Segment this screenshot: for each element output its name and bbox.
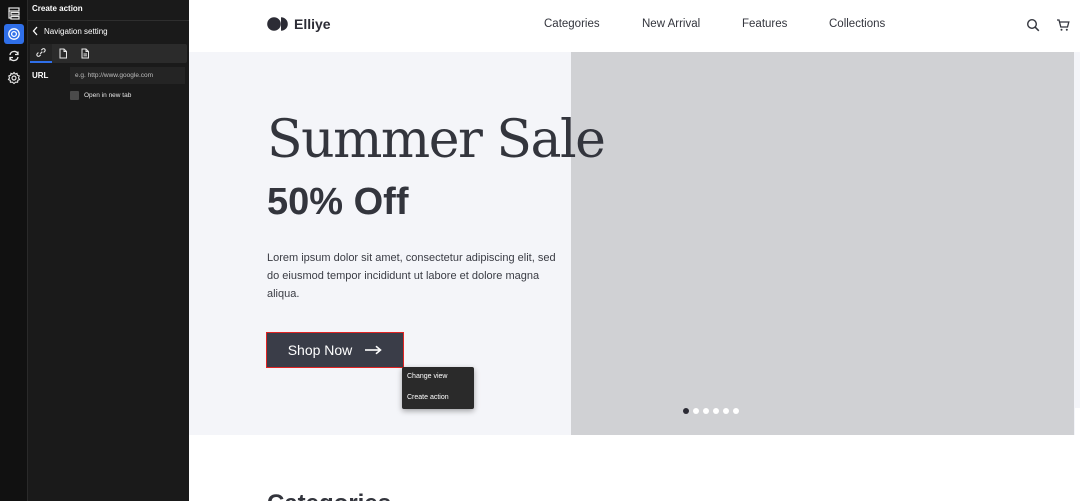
scrollbar-track[interactable]: [1075, 408, 1080, 435]
hero-title: Summer Sale: [267, 110, 606, 170]
slider-dot-4[interactable]: [713, 408, 719, 414]
layers-icon[interactable]: [4, 3, 24, 23]
slider-dot-5[interactable]: [723, 408, 729, 414]
brand-mark-icon: [267, 17, 288, 31]
shop-now-label: Shop Now: [287, 342, 353, 358]
left-rail: [0, 0, 28, 501]
open-new-tab-checkbox[interactable]: Open in new tab: [70, 91, 131, 100]
back-button[interactable]: Navigation setting: [32, 24, 108, 38]
nav-new-arrival[interactable]: New Arrival: [642, 18, 700, 30]
site-preview: Elliye Categories New Arrival Features C…: [189, 0, 1080, 501]
action-panel: Create action Navigation setting URL Ope…: [28, 0, 189, 501]
file-icon: [81, 48, 89, 59]
app-root: Create action Navigation setting URL Ope…: [0, 0, 1080, 501]
context-menu: Change view Create action: [402, 367, 474, 409]
arrow-right-icon: [365, 345, 383, 355]
sync-icon[interactable]: [4, 46, 24, 66]
hero-subtitle: 50% Off: [267, 181, 409, 223]
link-icon: [36, 48, 46, 57]
open-new-tab-label: Open in new tab: [84, 92, 132, 99]
hero-image-placeholder: [571, 52, 1074, 435]
slider-dots: [683, 408, 739, 414]
nav-features[interactable]: Features: [742, 18, 787, 30]
action-type-tabs: [30, 44, 187, 63]
tab-page[interactable]: [52, 44, 74, 63]
slider-dot-2[interactable]: [693, 408, 699, 414]
hero-description: Lorem ipsum dolor sit amet, consectetur …: [267, 252, 556, 300]
panel-title: Create action: [32, 4, 83, 13]
panel-divider: [28, 20, 189, 21]
categories-section: Categories: [189, 435, 1080, 501]
nav-categories[interactable]: Categories: [544, 18, 600, 30]
url-label: URL: [32, 71, 49, 80]
shop-now-button[interactable]: Shop Now: [266, 332, 404, 368]
chevron-left-icon: [32, 26, 38, 36]
nav-collections[interactable]: Collections: [829, 18, 885, 30]
tab-url[interactable]: [30, 44, 52, 63]
back-label: Navigation setting: [44, 26, 108, 36]
site-header: Elliye Categories New Arrival Features C…: [189, 0, 1080, 52]
gear-icon[interactable]: [4, 68, 24, 88]
brand-name: Elliye: [294, 16, 331, 32]
target-icon[interactable]: [4, 24, 24, 44]
page-icon: [59, 48, 67, 59]
url-input[interactable]: [70, 67, 185, 84]
slider-dot-3[interactable]: [703, 408, 709, 414]
menu-item-create-action[interactable]: Create action: [402, 394, 474, 415]
tab-file[interactable]: [74, 44, 96, 63]
checkbox-box[interactable]: [70, 91, 79, 100]
slider-dot-1[interactable]: [683, 408, 689, 414]
categories-heading: Categories: [267, 490, 391, 501]
search-icon[interactable]: [1026, 18, 1040, 32]
slider-dot-6[interactable]: [733, 408, 739, 414]
brand-logo[interactable]: Elliye: [267, 16, 331, 32]
cart-icon[interactable]: [1056, 18, 1070, 32]
menu-item-change-view[interactable]: Change view: [402, 373, 474, 394]
hero-banner: Summer Sale 50% Off Lorem ipsum dolor si…: [189, 52, 1080, 435]
